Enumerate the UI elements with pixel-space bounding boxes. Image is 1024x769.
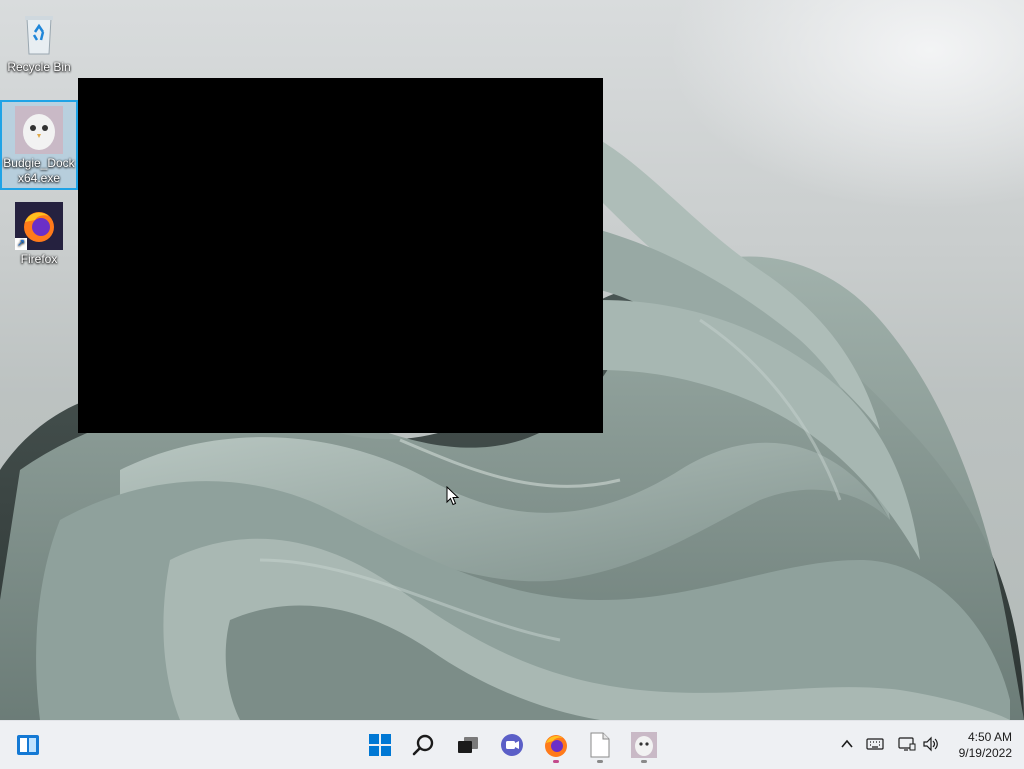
show-hidden-icons-button[interactable] <box>836 733 858 755</box>
blank-document-icon <box>590 732 610 758</box>
running-indicator <box>641 760 647 763</box>
clock-time: 4:50 AM <box>967 730 1012 744</box>
network-button[interactable] <box>896 733 918 755</box>
taskbar-app-file[interactable] <box>582 727 618 763</box>
shortcut-arrow-icon: ↗ <box>15 238 27 250</box>
firefox-icon: ↗ <box>15 202 63 250</box>
task-view-icon <box>458 737 478 753</box>
taskbar-app-firefox[interactable] <box>538 727 574 763</box>
mouse-cursor-icon <box>446 486 460 506</box>
recycle-bin-icon <box>15 10 63 58</box>
volume-button[interactable] <box>920 733 942 755</box>
start-button[interactable] <box>362 727 398 763</box>
system-clock[interactable]: 4:50 AM 9/19/2022 <box>959 729 1012 761</box>
volume-icon <box>923 736 938 752</box>
clock-date: 9/19/2022 <box>958 746 1012 760</box>
desktop-icon-label: Firefox <box>20 252 58 266</box>
search-icon <box>412 734 434 756</box>
desktop-icon-recycle-bin[interactable]: Recycle Bin <box>0 6 78 75</box>
widgets-button[interactable] <box>10 727 46 763</box>
task-view-button[interactable] <box>450 727 486 763</box>
desktop-icon-firefox[interactable]: ↗ Firefox <box>0 198 78 267</box>
keyboard-icon <box>866 738 884 750</box>
keyboard-button[interactable] <box>864 733 886 755</box>
chevron-up-icon <box>841 739 853 748</box>
running-indicator <box>597 760 603 763</box>
taskbar: 4:50 AM 9/19/2022 <box>0 720 1024 769</box>
desktop: Recycle Bin Budgie_Dock x64.exe ↗ Firefo… <box>0 0 1024 720</box>
chat-icon <box>501 734 523 756</box>
windows-start-icon <box>369 734 391 756</box>
firefox-icon <box>545 735 567 757</box>
budgie-dock-icon <box>631 732 657 758</box>
desktop-icon-budgie-dock[interactable]: Budgie_Dock x64.exe <box>0 100 78 190</box>
running-indicator <box>553 760 559 763</box>
taskbar-app-budgie-dock[interactable] <box>626 727 662 763</box>
budgie-dock-icon <box>15 106 63 154</box>
desktop-icon-label: Recycle Bin <box>7 60 71 74</box>
chat-button[interactable] <box>494 727 530 763</box>
search-button[interactable] <box>406 727 442 763</box>
app-window-blank[interactable] <box>78 78 603 433</box>
desktop-icon-label-line2: x64.exe <box>17 171 61 185</box>
desktop-icon-label-line1: Budgie_Dock <box>3 156 75 170</box>
widgets-icon <box>17 735 39 755</box>
network-icon <box>898 737 916 751</box>
